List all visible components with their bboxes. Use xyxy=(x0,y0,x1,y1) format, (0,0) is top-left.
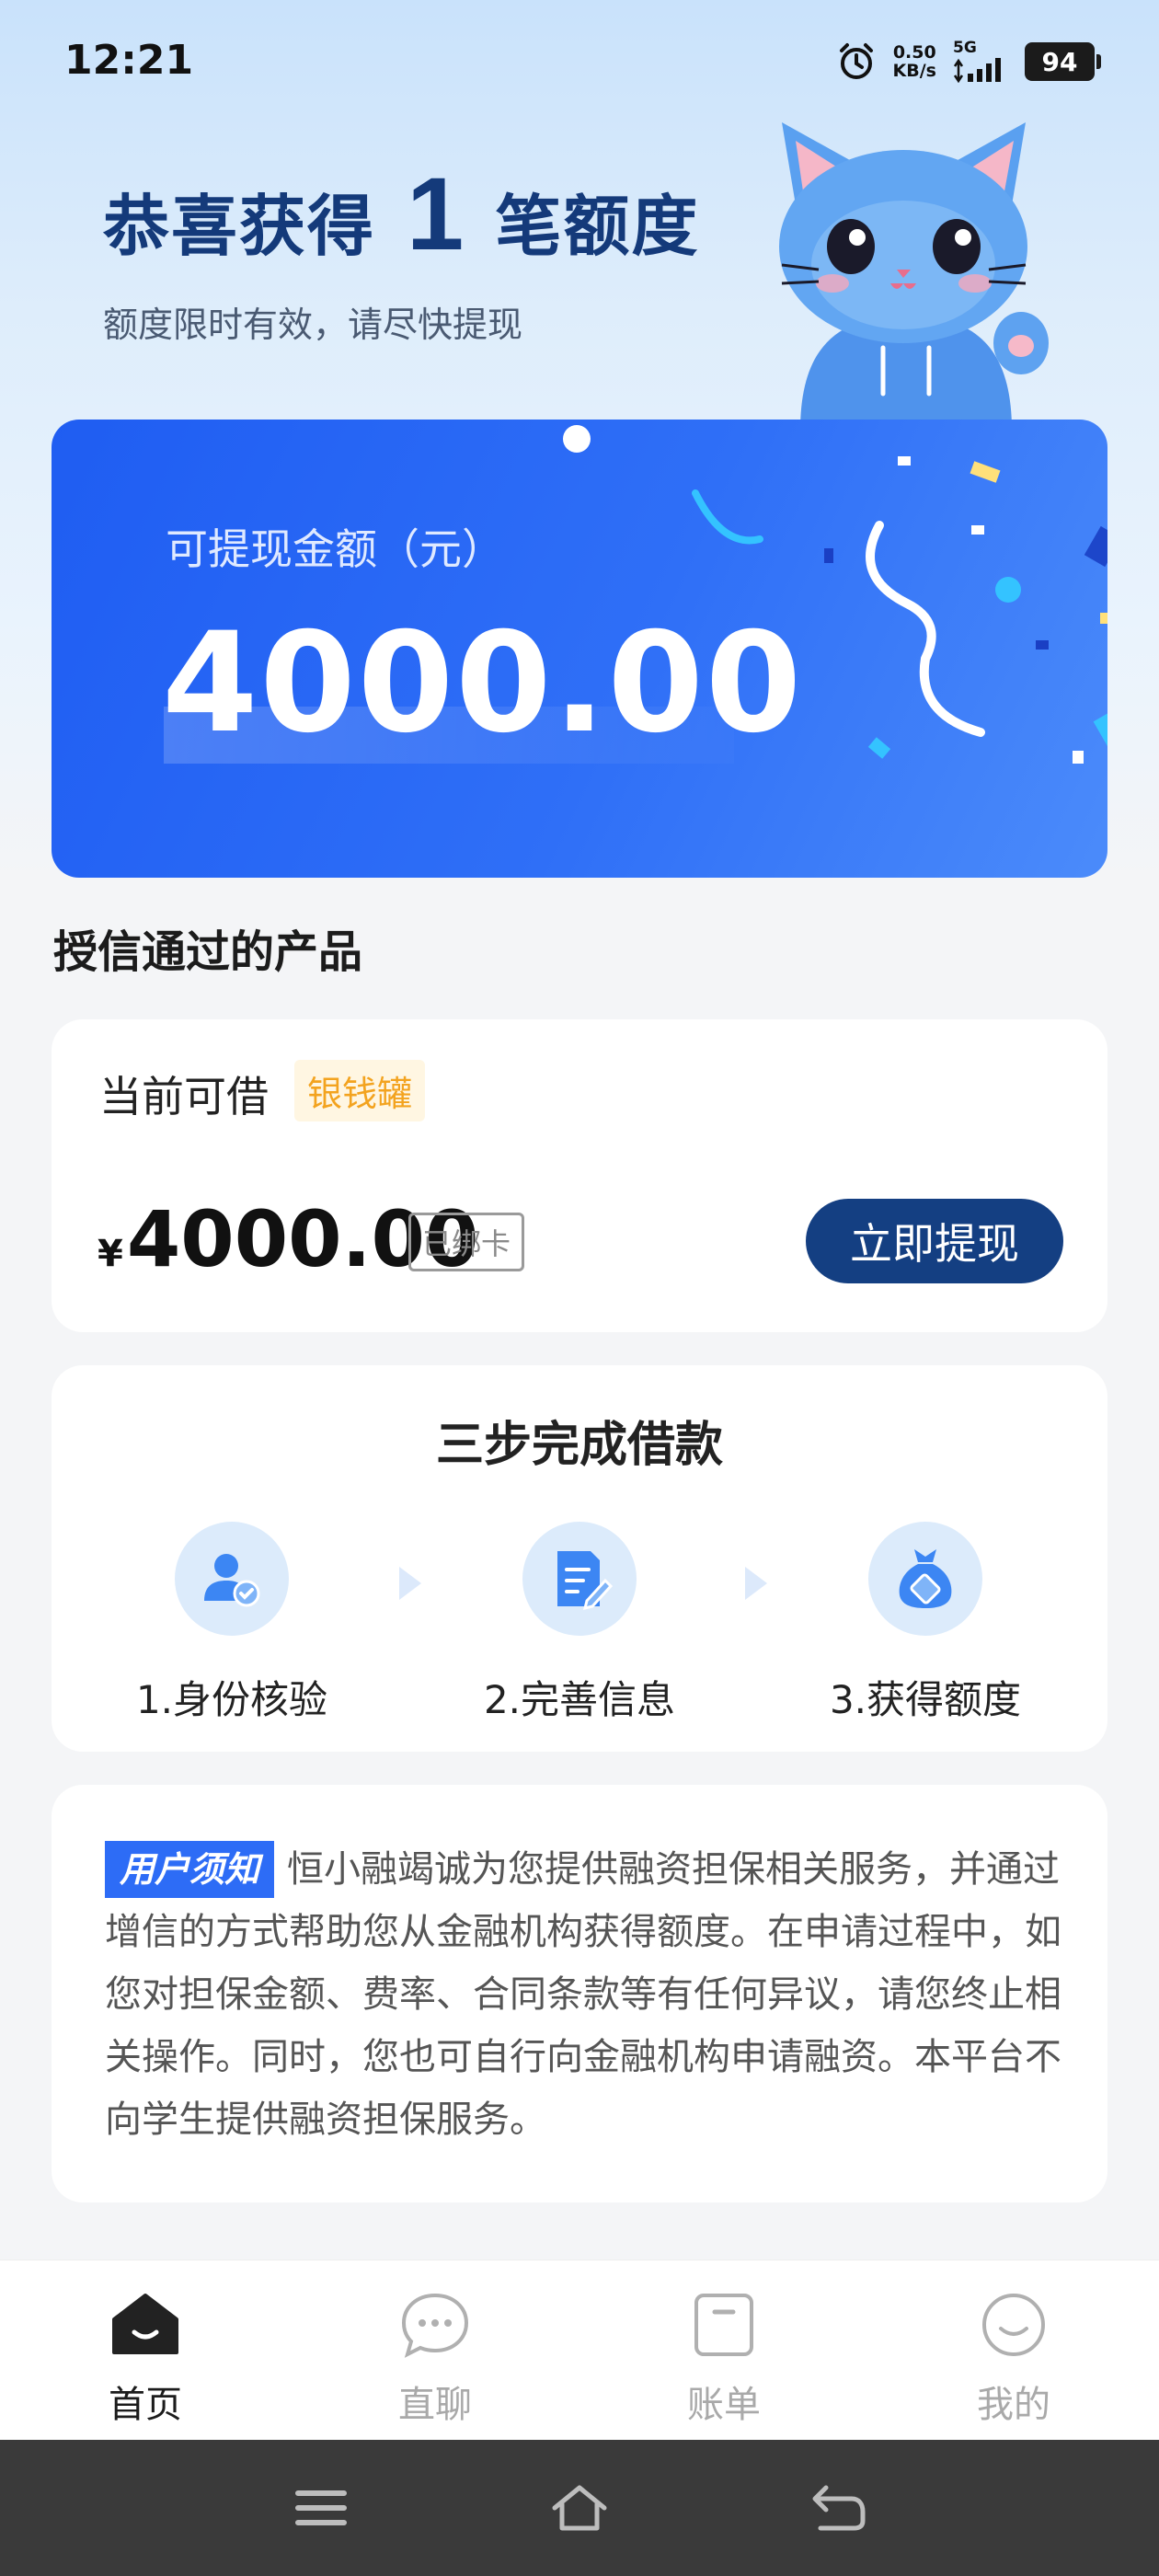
steps-title: 三步完成借款 xyxy=(435,1418,723,1473)
hero-title-count: 1 xyxy=(407,156,465,271)
home-icon xyxy=(112,2294,178,2354)
tab-home[interactable]: 首页 xyxy=(53,2288,237,2428)
alarm-icon xyxy=(839,43,873,79)
network-speed-unit: KB/s xyxy=(892,61,936,81)
hero-title-suffix: 笔额度 xyxy=(495,188,700,265)
network-speed-value: 0.50 xyxy=(892,42,936,63)
withdraw-now-button[interactable]: 立即提现 xyxy=(806,1199,1063,1283)
cellular-status: 5G xyxy=(953,40,1008,83)
product-card[interactable]: 当前可借 银钱罐 ¥ 4000.00 已绑卡 立即提现 xyxy=(52,1019,1107,1332)
card-bound-badge: 已绑卡 xyxy=(408,1213,525,1271)
status-time: 12:21 xyxy=(64,37,194,84)
bottom-tab-bar: 首页 直聊 账单 我的 xyxy=(0,2260,1159,2440)
step-label: 2.完善信息 xyxy=(483,1677,676,1722)
system-navigation-bar xyxy=(0,2440,1159,2576)
network-speed: 0.50 KB/s xyxy=(893,43,936,80)
user-verify-icon xyxy=(204,1554,260,1607)
step-get-credit: 3.获得额度 xyxy=(778,1522,1073,1725)
withdrawable-amount-label: 可提现金额（元） xyxy=(166,524,504,574)
profile-icon xyxy=(982,2294,1045,2356)
status-indicators: 0.50 KB/s 5G 94 xyxy=(836,39,1101,85)
step-identity-verification: 1.身份核验 xyxy=(85,1522,379,1725)
section-title: 授信通过的产品 xyxy=(53,926,363,978)
user-notice-card: 用户须知 恒小融竭诚为您提供融资担保相关服务，并通过增信的方式帮助您从金融机构获得… xyxy=(52,1785,1107,2202)
battery-indicator: 94 xyxy=(1025,42,1101,81)
chevron-right-icon xyxy=(399,1567,421,1600)
home-nav-icon[interactable] xyxy=(547,2480,612,2536)
hero-subtitle: 额度限时有效，请尽快提现 xyxy=(103,305,523,345)
back-icon[interactable] xyxy=(806,2480,870,2536)
cat-mascot-illustration xyxy=(779,122,1049,431)
step-icon-circle xyxy=(868,1522,982,1636)
menu-icon[interactable] xyxy=(289,2480,353,2536)
currency-symbol: ¥ xyxy=(98,1233,123,1275)
tab-label: 直聊 xyxy=(398,2384,472,2426)
money-bag-icon xyxy=(899,1549,952,1608)
step-label: 1.身份核验 xyxy=(135,1677,328,1722)
bill-icon xyxy=(694,2294,753,2356)
network-type: 5G xyxy=(953,39,977,57)
hero-title-prefix: 恭喜获得 xyxy=(103,188,376,265)
tab-label: 我的 xyxy=(977,2384,1050,2426)
chat-icon xyxy=(401,2293,469,2358)
signal-icon xyxy=(953,58,1001,83)
card-hole-decoration xyxy=(563,425,591,453)
product-name-tag: 银钱罐 xyxy=(294,1060,426,1121)
user-notice-tag: 用户须知 xyxy=(105,1841,275,1898)
current-borrowable-label: 当前可借 xyxy=(99,1072,269,1121)
withdrawable-amount-card: 可提现金额（元） 4000.00 xyxy=(52,420,1107,878)
tab-profile[interactable]: 我的 xyxy=(922,2288,1106,2428)
step-label: 3.获得额度 xyxy=(829,1677,1022,1722)
status-bar: 12:21 0.50 KB/s 5G 94 xyxy=(0,0,1159,120)
chevron-right-icon xyxy=(745,1567,767,1600)
loan-steps-card: 三步完成借款 1.身份核验 2.完善信息 3.获得额度 xyxy=(52,1365,1107,1752)
document-edit-icon xyxy=(557,1551,614,1611)
step-complete-info: 2.完善信息 xyxy=(432,1522,727,1725)
hero-title: 恭喜获得 1 笔额度 xyxy=(103,155,699,273)
user-notice-text: 用户须知 恒小融竭诚为您提供融资担保相关服务，并通过增信的方式帮助您从金融机构获得… xyxy=(105,1838,1061,2151)
tab-chat[interactable]: 直聊 xyxy=(343,2288,527,2428)
step-icon-circle xyxy=(522,1522,637,1636)
step-icon-circle xyxy=(175,1522,289,1636)
withdrawable-amount-value: 4000.00 xyxy=(162,604,804,764)
tab-bill[interactable]: 账单 xyxy=(632,2288,816,2428)
tab-label: 账单 xyxy=(687,2384,761,2426)
tab-label: 首页 xyxy=(109,2384,182,2426)
